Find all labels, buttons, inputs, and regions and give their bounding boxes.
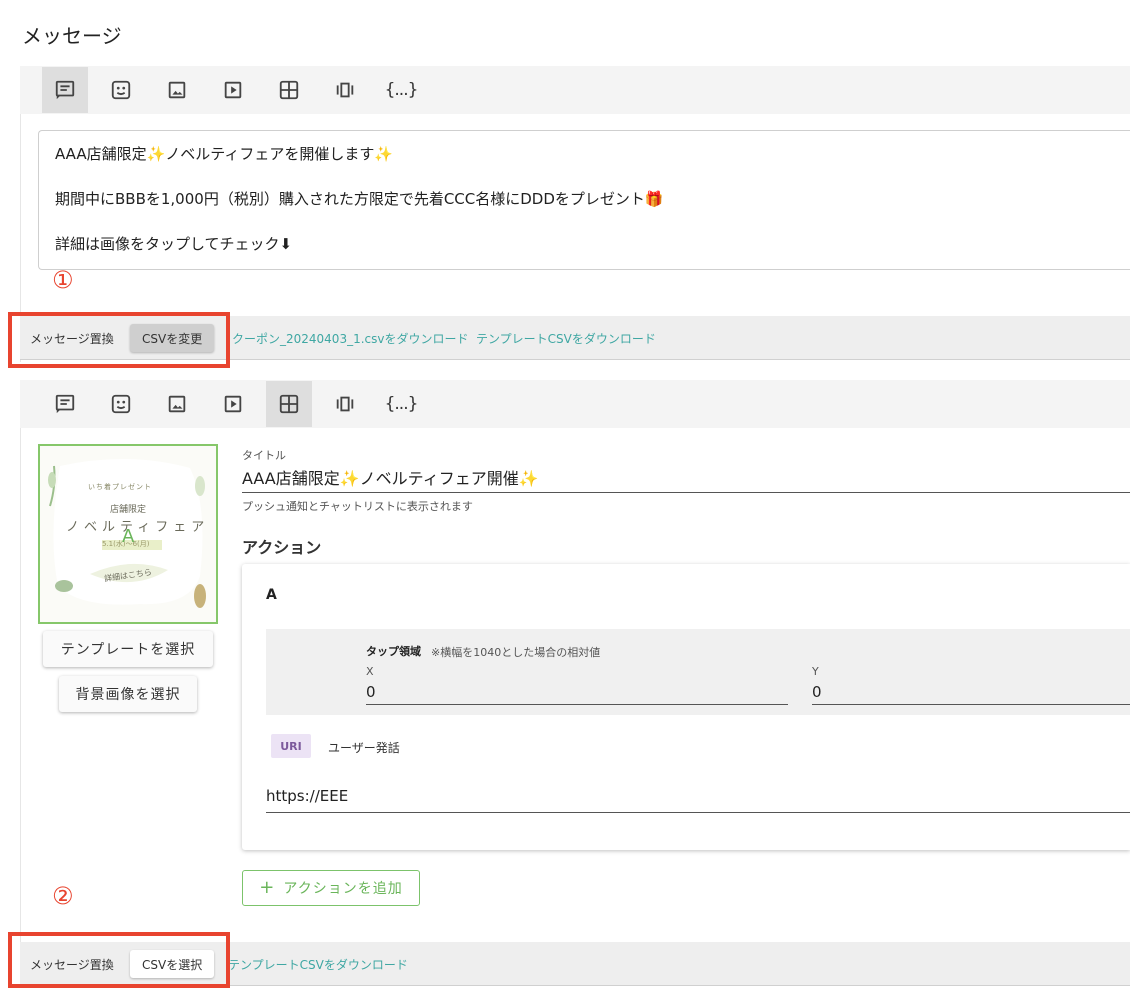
flex-type-button[interactable]: {...} xyxy=(378,67,424,113)
message-line-1: AAA店舗限定✨ノベルティフェアを開催します✨ xyxy=(55,145,394,163)
template-csv-download-link[interactable]: テンプレートCSVをダウンロード xyxy=(228,956,408,973)
select-background-button[interactable]: 背景画像を選択 xyxy=(59,676,197,712)
image-type-button[interactable] xyxy=(154,381,200,427)
x-underline xyxy=(366,704,788,705)
text-icon xyxy=(55,394,75,414)
user-message-type-option[interactable]: ユーザー発話 xyxy=(328,739,400,756)
flex-type-button[interactable]: {...} xyxy=(378,381,424,427)
text-type-button[interactable] xyxy=(42,381,88,427)
title-label: タイトル xyxy=(242,449,286,462)
tap-area-panel xyxy=(266,629,1130,715)
x-label: X xyxy=(366,665,374,678)
sticker-type-button[interactable] xyxy=(98,67,144,113)
y-underline xyxy=(812,704,1130,705)
uri-input[interactable]: https://EEE xyxy=(266,787,348,805)
plus-icon: + xyxy=(259,877,276,898)
flex-icon: {...} xyxy=(384,80,419,100)
select-template-button[interactable]: テンプレートを選択 xyxy=(43,631,213,667)
y-label: Y xyxy=(812,665,819,678)
message-type-toolbar-1: {...} xyxy=(20,66,1130,114)
replace-label: メッセージ置換 xyxy=(30,958,114,972)
video-icon xyxy=(224,81,242,99)
page-title: メッセージ xyxy=(22,24,122,48)
y-input[interactable]: 0 xyxy=(812,683,822,701)
tap-area-note: ※横幅を1040とした場合の相対値 xyxy=(431,646,601,659)
video-type-button[interactable] xyxy=(210,67,256,113)
message-line-3: 詳細は画像をタップしてチェック⬇ xyxy=(55,235,293,253)
text-icon xyxy=(55,80,75,100)
change-csv-button[interactable]: CSVを変更 xyxy=(130,324,215,352)
carousel-type-button[interactable] xyxy=(322,67,368,113)
thumb-line-2: 店舗限定 xyxy=(110,505,147,515)
action-name: A xyxy=(266,587,277,603)
select-csv-button[interactable]: CSVを選択 xyxy=(130,950,215,978)
thumb-line-3: ノベルティフェア xyxy=(66,520,210,535)
imagemap-thumbnail[interactable]: いち着プレゼント 店舗限定 ノベルティフェア 5.1(水)〜6(月) 詳細はこち… xyxy=(38,444,218,624)
carousel-icon xyxy=(336,396,354,412)
message-replace-bar-1: メッセージ置換 CSVを変更 クーポン_20240403_1.csvをダウンロー… xyxy=(20,316,1130,360)
flex-icon: {...} xyxy=(384,394,419,414)
replace-label: メッセージ置換 xyxy=(30,332,114,346)
message-line-2: 期間中にBBBを1,000円（税別）購入された方限定で先着CCC名様にDDDをプ… xyxy=(55,190,664,208)
image-icon xyxy=(168,81,186,99)
message-type-toolbar-2: {...} xyxy=(20,380,1130,428)
image-icon xyxy=(168,395,186,413)
marker-2: ② xyxy=(52,882,74,910)
tap-area-label: A xyxy=(122,526,135,547)
title-input[interactable]: AAA店舗限定✨ノベルティフェア開催✨ xyxy=(242,465,539,489)
thumb-line-1: いち着プレゼント xyxy=(88,483,152,491)
video-icon xyxy=(224,395,242,413)
title-underline xyxy=(242,492,1130,493)
tap-area-label: タップ領域 xyxy=(366,645,421,658)
title-hint: プッシュ通知とチャットリストに表示されます xyxy=(242,500,473,513)
sticker-icon xyxy=(111,394,131,414)
message-replace-bar-2: メッセージ置換 CSVを選択 テンプレートCSVをダウンロード xyxy=(20,942,1130,986)
sticker-type-button[interactable] xyxy=(98,381,144,427)
video-type-button[interactable] xyxy=(210,381,256,427)
template-csv-download-link[interactable]: テンプレートCSVをダウンロード xyxy=(476,330,656,347)
add-action-label: アクションを追加 xyxy=(283,881,403,897)
sticker-icon xyxy=(111,80,131,100)
uri-underline xyxy=(266,812,1130,813)
imagemap-type-button[interactable] xyxy=(266,67,312,113)
text-type-button[interactable] xyxy=(42,67,88,113)
carousel-type-button[interactable] xyxy=(322,381,368,427)
coupon-csv-download-link[interactable]: クーポン_20240403_1.csvをダウンロード xyxy=(232,330,468,347)
imagemap-icon xyxy=(279,394,299,414)
image-type-button[interactable] xyxy=(154,67,200,113)
imagemap-icon xyxy=(279,80,299,100)
actions-heading: アクション xyxy=(242,538,322,557)
marker-1: ① xyxy=(52,266,74,294)
add-action-button[interactable]: + アクションを追加 xyxy=(242,870,420,906)
uri-type-chip[interactable]: URI xyxy=(271,734,311,758)
imagemap-type-button[interactable] xyxy=(266,381,312,427)
message-text-area[interactable]: AAA店舗限定✨ノベルティフェアを開催します✨ 期間中にBBBを1,000円（税… xyxy=(38,130,1130,270)
carousel-icon xyxy=(336,82,354,98)
x-input[interactable]: 0 xyxy=(366,683,376,701)
